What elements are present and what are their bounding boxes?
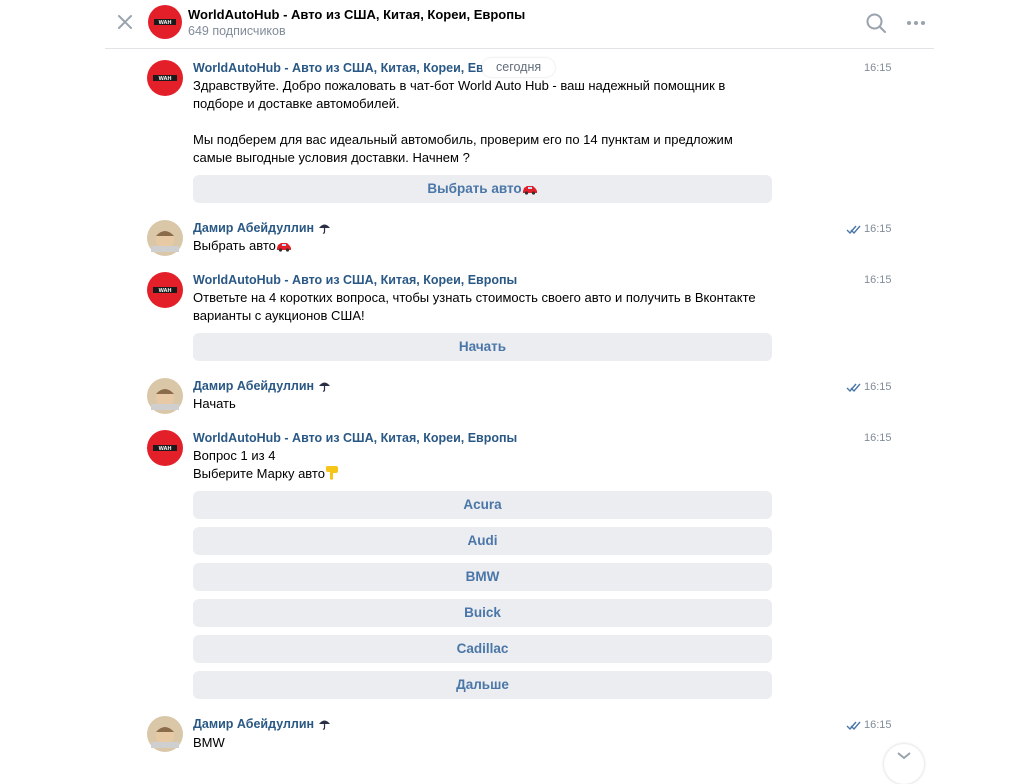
keyboard-button-audi[interactable]: Audi (193, 527, 772, 555)
umbrella-emoji (318, 720, 330, 730)
chat-header: WAH WorldAutoHub - Авто из США, Китая, К… (105, 0, 934, 49)
read-check-icon (846, 721, 861, 731)
author-name: Дамир Абейдуллин (193, 379, 315, 393)
keyboard-button-bmw[interactable]: BMW (193, 563, 772, 591)
community-avatar[interactable]: WAH (148, 5, 182, 39)
keyboard-button-choose-car[interactable]: Выбрать авто (193, 175, 772, 203)
read-check-icon (846, 225, 861, 235)
message-text-line: BMW (193, 735, 225, 750)
chevron-down-icon (897, 752, 911, 760)
message-author[interactable]: WorldAutoHub - Авто из США, Китая, Кореи… (193, 61, 483, 75)
user-avatar[interactable] (147, 220, 183, 256)
message-text-line: Начать (193, 396, 236, 411)
message-author[interactable]: Дамир Абейдуллин (193, 717, 331, 731)
chat-title[interactable]: WorldAutoHub - Авто из США, Китая, Кореи… (188, 7, 525, 22)
user-avatar[interactable] (147, 378, 183, 414)
message-author[interactable]: WorldAutoHub - Авто из США, Китая, Кореи… (193, 431, 517, 445)
bot-avatar[interactable]: WAH (147, 272, 183, 308)
keyboard-button-buick[interactable]: Buick (193, 599, 772, 627)
keyboard-button-next[interactable]: Дальше (193, 671, 772, 699)
keyboard-button-start[interactable]: Начать (193, 333, 772, 361)
avatar-logo-text: WAH (159, 288, 172, 294)
message-time: 16:15 (864, 719, 892, 731)
avatar-logo-text: WAH (159, 446, 172, 452)
avatar-logo-text: WAH (159, 76, 172, 82)
message-text-line: варианты с аукционов США! (193, 308, 365, 323)
message-text: Выбрать авто (193, 238, 276, 253)
keyboard-button-acura[interactable]: Acura (193, 491, 772, 519)
message-text-line: Выберите Марку авто (193, 465, 339, 483)
author-name: Дамир Абейдуллин (193, 221, 315, 235)
search-icon[interactable] (865, 12, 887, 34)
message-time: 16:15 (864, 62, 892, 74)
message-text-line: Ответьте на 4 коротких вопроса, чтобы уз… (193, 290, 756, 305)
message-author[interactable]: Дамир Абейдуллин (193, 221, 331, 235)
author-name: Дамир Абейдуллин (193, 717, 315, 731)
close-icon[interactable] (115, 12, 135, 32)
car-emoji (522, 186, 537, 195)
message-text-line: самые выгодные условия доставки. Начнем … (193, 150, 470, 165)
message-text-line: Здравствуйте. Добро пожаловать в чат-бот… (193, 78, 726, 93)
umbrella-emoji (318, 224, 330, 234)
car-emoji (276, 243, 291, 252)
user-avatar[interactable] (147, 716, 183, 752)
message-time: 16:15 (864, 432, 892, 444)
keyboard-button-cadillac[interactable]: Cadillac (193, 635, 772, 663)
message-text-line: подборе и доставке автомобилей. (193, 96, 400, 111)
bot-avatar[interactable]: WAH (147, 60, 183, 96)
scroll-down-button[interactable] (884, 744, 924, 784)
bot-avatar[interactable]: WAH (147, 430, 183, 466)
message-author[interactable]: Дамир Абейдуллин (193, 379, 331, 393)
pointing-down-emoji (325, 466, 338, 480)
message-time: 16:15 (864, 274, 892, 286)
more-icon[interactable] (905, 12, 927, 34)
umbrella-emoji (318, 382, 330, 392)
message-text: Выберите Марку авто (193, 466, 325, 481)
date-divider: сегодня (482, 58, 556, 77)
subscriber-count: 649 подписчиков (188, 24, 286, 38)
message-text-line: Мы подберем для вас идеальный автомобиль… (193, 132, 733, 147)
keyboard-button-label: Выбрать авто (427, 181, 522, 196)
read-check-icon (846, 383, 861, 393)
message-text-line: Выбрать авто (193, 237, 292, 255)
message-author[interactable]: WorldAutoHub - Авто из США, Китая, Кореи… (193, 273, 517, 287)
message-time: 16:15 (864, 381, 892, 393)
message-text-line: Вопрос 1 из 4 (193, 448, 276, 463)
message-time: 16:15 (864, 223, 892, 235)
avatar-logo-text: WAH (159, 20, 172, 26)
